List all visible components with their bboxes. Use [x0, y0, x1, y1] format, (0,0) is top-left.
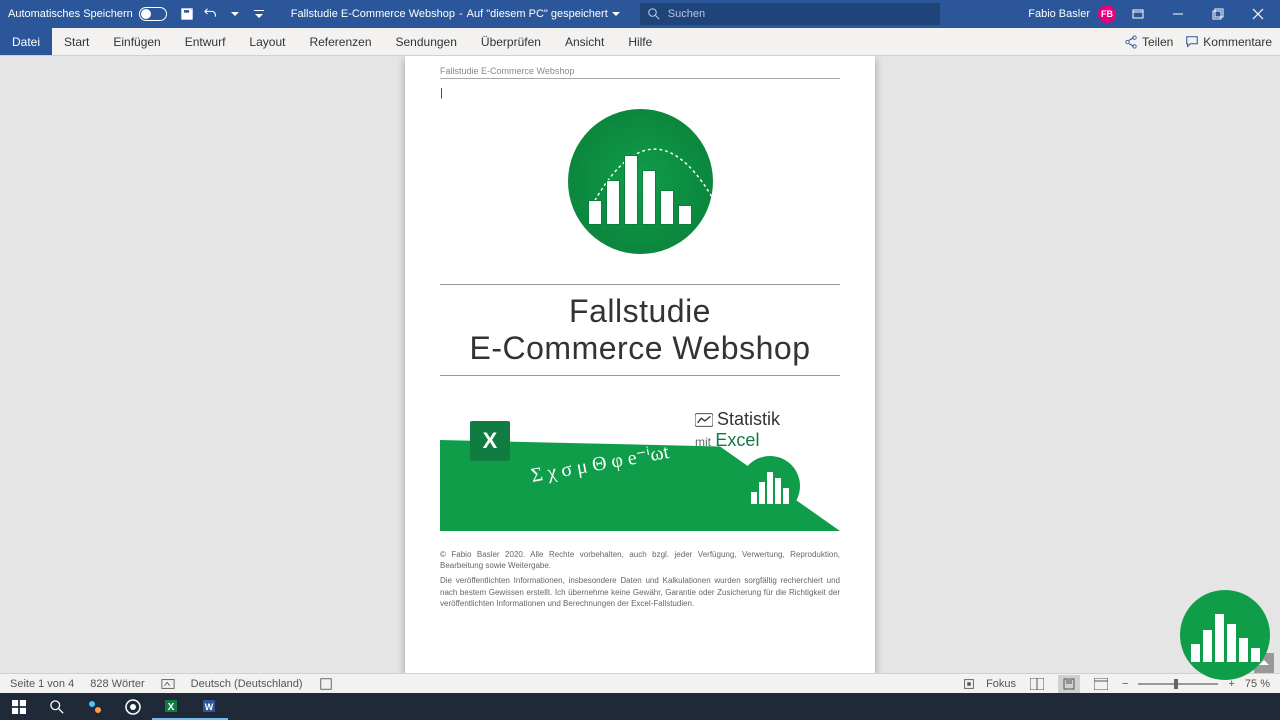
chart-line-icon [695, 413, 713, 427]
page-info[interactable]: Seite 1 von 4 [10, 678, 74, 690]
tab-layout[interactable]: Layout [237, 28, 297, 55]
search-input[interactable]: Suchen [640, 3, 940, 25]
excel-icon: X [470, 421, 510, 461]
print-layout-button[interactable] [1058, 675, 1080, 693]
tab-einfuegen[interactable]: Einfügen [101, 28, 172, 55]
title-line-2: E-Commerce Webshop [440, 330, 840, 367]
maximize-button[interactable] [1200, 0, 1236, 28]
search-placeholder: Suchen [668, 8, 705, 20]
close-button[interactable] [1240, 0, 1276, 28]
taskbar-obs[interactable] [114, 693, 152, 720]
zoom-out[interactable]: − [1122, 678, 1128, 690]
minimize-button[interactable] [1160, 0, 1196, 28]
tab-sendungen[interactable]: Sendungen [384, 28, 469, 55]
undo-button[interactable] [199, 0, 223, 28]
svg-text:X: X [168, 702, 175, 713]
page[interactable]: Fallstudie E-Commerce Webshop | Fallstud… [405, 56, 875, 693]
doc-name: Fallstudie E-Commerce Webshop [291, 8, 455, 20]
comments-button[interactable]: Kommentare [1185, 35, 1272, 49]
document-title[interactable]: Fallstudie E-Commerce Webshop - Auf "die… [291, 8, 620, 20]
main-logo [568, 109, 713, 254]
status-bar: Seite 1 von 4 828 Wörter Deutsch (Deutsc… [0, 673, 1280, 693]
web-layout-button[interactable] [1090, 675, 1112, 693]
document-canvas[interactable]: Fallstudie E-Commerce Webshop | Fallstud… [0, 56, 1280, 693]
word-count[interactable]: 828 Wörter [90, 678, 144, 690]
user-name[interactable]: Fabio Basler [1028, 8, 1090, 20]
doc-separator: - [459, 8, 463, 20]
taskbar-excel[interactable]: X [152, 693, 190, 720]
tab-hilfe[interactable]: Hilfe [616, 28, 664, 55]
doc-location: Auf "diesem PC" gespeichert [467, 8, 608, 20]
text-cursor: | [440, 87, 840, 99]
zoom-slider[interactable] [1138, 683, 1218, 685]
toggle-switch[interactable] [139, 7, 167, 21]
ribbon-display-button[interactable] [1120, 0, 1156, 28]
chevron-down-icon [612, 10, 620, 18]
tab-start[interactable]: Start [52, 28, 101, 55]
title-bar: Automatisches Speichern Fallstudie E-Com… [0, 0, 1280, 28]
banner-image: X Σ χ σ μ Θ φ e⁻ⁱωt Statistik mit Excel [440, 401, 840, 531]
focus-icon[interactable] [962, 677, 976, 691]
page-header: Fallstudie E-Commerce Webshop [440, 66, 840, 79]
undo-dropdown[interactable] [223, 0, 247, 28]
autosave-label: Automatisches Speichern [8, 8, 133, 20]
tab-ueberpruefen[interactable]: Überprüfen [469, 28, 553, 55]
copyright-text: © Fabio Basler 2020. Alle Rechte vorbeha… [440, 549, 840, 609]
copyright-p1: © Fabio Basler 2020. Alle Rechte vorbeha… [440, 549, 840, 571]
copyright-p2: Die veröffentlichten Informationen, insb… [440, 575, 840, 609]
divider [440, 375, 840, 376]
taskbar-app-1[interactable] [76, 693, 114, 720]
spellcheck-icon[interactable] [161, 677, 175, 691]
start-button[interactable] [0, 693, 38, 720]
save-button[interactable] [175, 0, 199, 28]
divider [440, 284, 840, 285]
user-avatar[interactable]: FB [1098, 5, 1116, 23]
tab-referenzen[interactable]: Referenzen [297, 28, 383, 55]
document-main-title: Fallstudie E-Commerce Webshop [440, 293, 840, 367]
floating-logo-overlay [1180, 590, 1270, 680]
tab-entwurf[interactable]: Entwurf [173, 28, 238, 55]
focus-label[interactable]: Fokus [986, 678, 1016, 690]
tab-datei[interactable]: Datei [0, 28, 52, 55]
share-button[interactable]: Teilen [1124, 35, 1173, 49]
windows-taskbar: X W [0, 693, 1280, 720]
zoom-level[interactable]: 75 % [1245, 678, 1270, 690]
bar-chart-icon [588, 155, 692, 225]
banner-text: Statistik mit Excel [695, 409, 780, 451]
search-icon [648, 8, 660, 20]
title-line-1: Fallstudie [440, 293, 840, 330]
ribbon-tabs: Datei Start Einfügen Entwurf Layout Refe… [0, 28, 1280, 56]
read-mode-button[interactable] [1026, 675, 1048, 693]
language[interactable]: Deutsch (Deutschland) [191, 678, 303, 690]
svg-text:W: W [205, 702, 214, 712]
tab-ansicht[interactable]: Ansicht [553, 28, 616, 55]
qat-customize[interactable] [247, 0, 271, 28]
share-icon [1124, 35, 1138, 49]
taskbar-word[interactable]: W [190, 693, 228, 720]
search-taskbar-button[interactable] [38, 693, 76, 720]
comment-icon [1185, 35, 1199, 49]
mini-logo [740, 456, 800, 516]
autosave-toggle[interactable]: Automatisches Speichern [0, 7, 175, 21]
macro-icon[interactable] [319, 677, 333, 691]
